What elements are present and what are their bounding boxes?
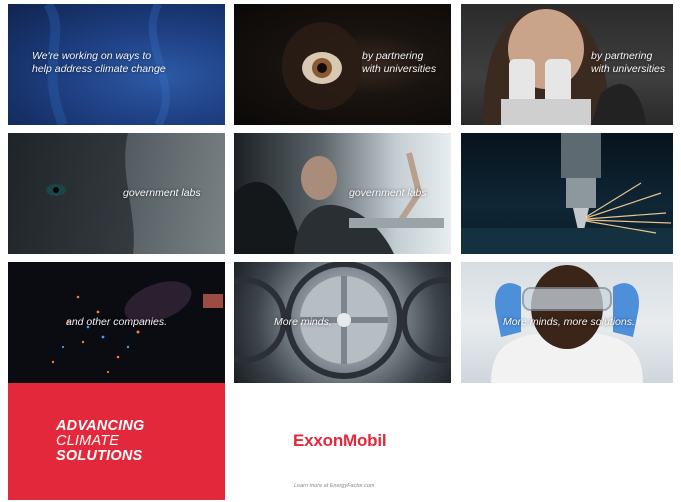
tile-face-government-labs: government labs: [8, 133, 225, 254]
exxonmobil-logo: ExxonMobil: [293, 431, 387, 450]
caption-line: We're working on ways to: [32, 50, 152, 62]
brand-panel: ExxonMobil Learn more at EnergyFactor.co…: [234, 383, 673, 500]
tile-engine-more-minds: More minds,: [234, 262, 451, 383]
tile-lab-government-labs: government labs: [234, 133, 451, 254]
tile-welding-companies: and other companies.: [8, 262, 225, 383]
caption-line: More minds,: [274, 316, 332, 328]
tile-climate-intro: We're working on ways to help address cl…: [8, 4, 225, 125]
campaign-panel: ADVANCING CLIMATE SOLUTIONS: [8, 383, 225, 500]
caption-line: by partnering: [362, 50, 424, 62]
campaign-line-climate: CLIMATE: [56, 433, 120, 449]
caption-line: with universities: [591, 63, 666, 75]
tile-microscope-partnering: by partnering with universities: [461, 4, 673, 125]
caption-line: government labs: [349, 187, 427, 199]
tile-goggles-more-solutions: More minds, more solutions.: [461, 262, 673, 383]
ad-collage: We're working on ways to help address cl…: [0, 0, 681, 502]
drill-sparks: [461, 133, 673, 254]
campaign-line-advancing: ADVANCING: [56, 418, 145, 434]
caption-line: by partnering: [591, 50, 653, 62]
campaign-headline: ADVANCING CLIMATE SOLUTIONS: [56, 419, 145, 464]
tile-eye-partnering: by partnering with universities: [234, 4, 451, 125]
learn-more-text: Learn more at EnergyFactor.com: [294, 483, 375, 489]
caption-line: government labs: [123, 187, 201, 199]
caption-line: with universities: [362, 63, 437, 75]
caption-line: and other companies.: [66, 316, 167, 328]
engine-cylinder: [234, 262, 451, 379]
caption-line: help address climate change: [32, 63, 166, 75]
tile-machining-sparks: [461, 133, 673, 254]
campaign-line-solutions: SOLUTIONS: [56, 448, 143, 464]
caption-line: More minds, more solutions.: [503, 316, 635, 328]
